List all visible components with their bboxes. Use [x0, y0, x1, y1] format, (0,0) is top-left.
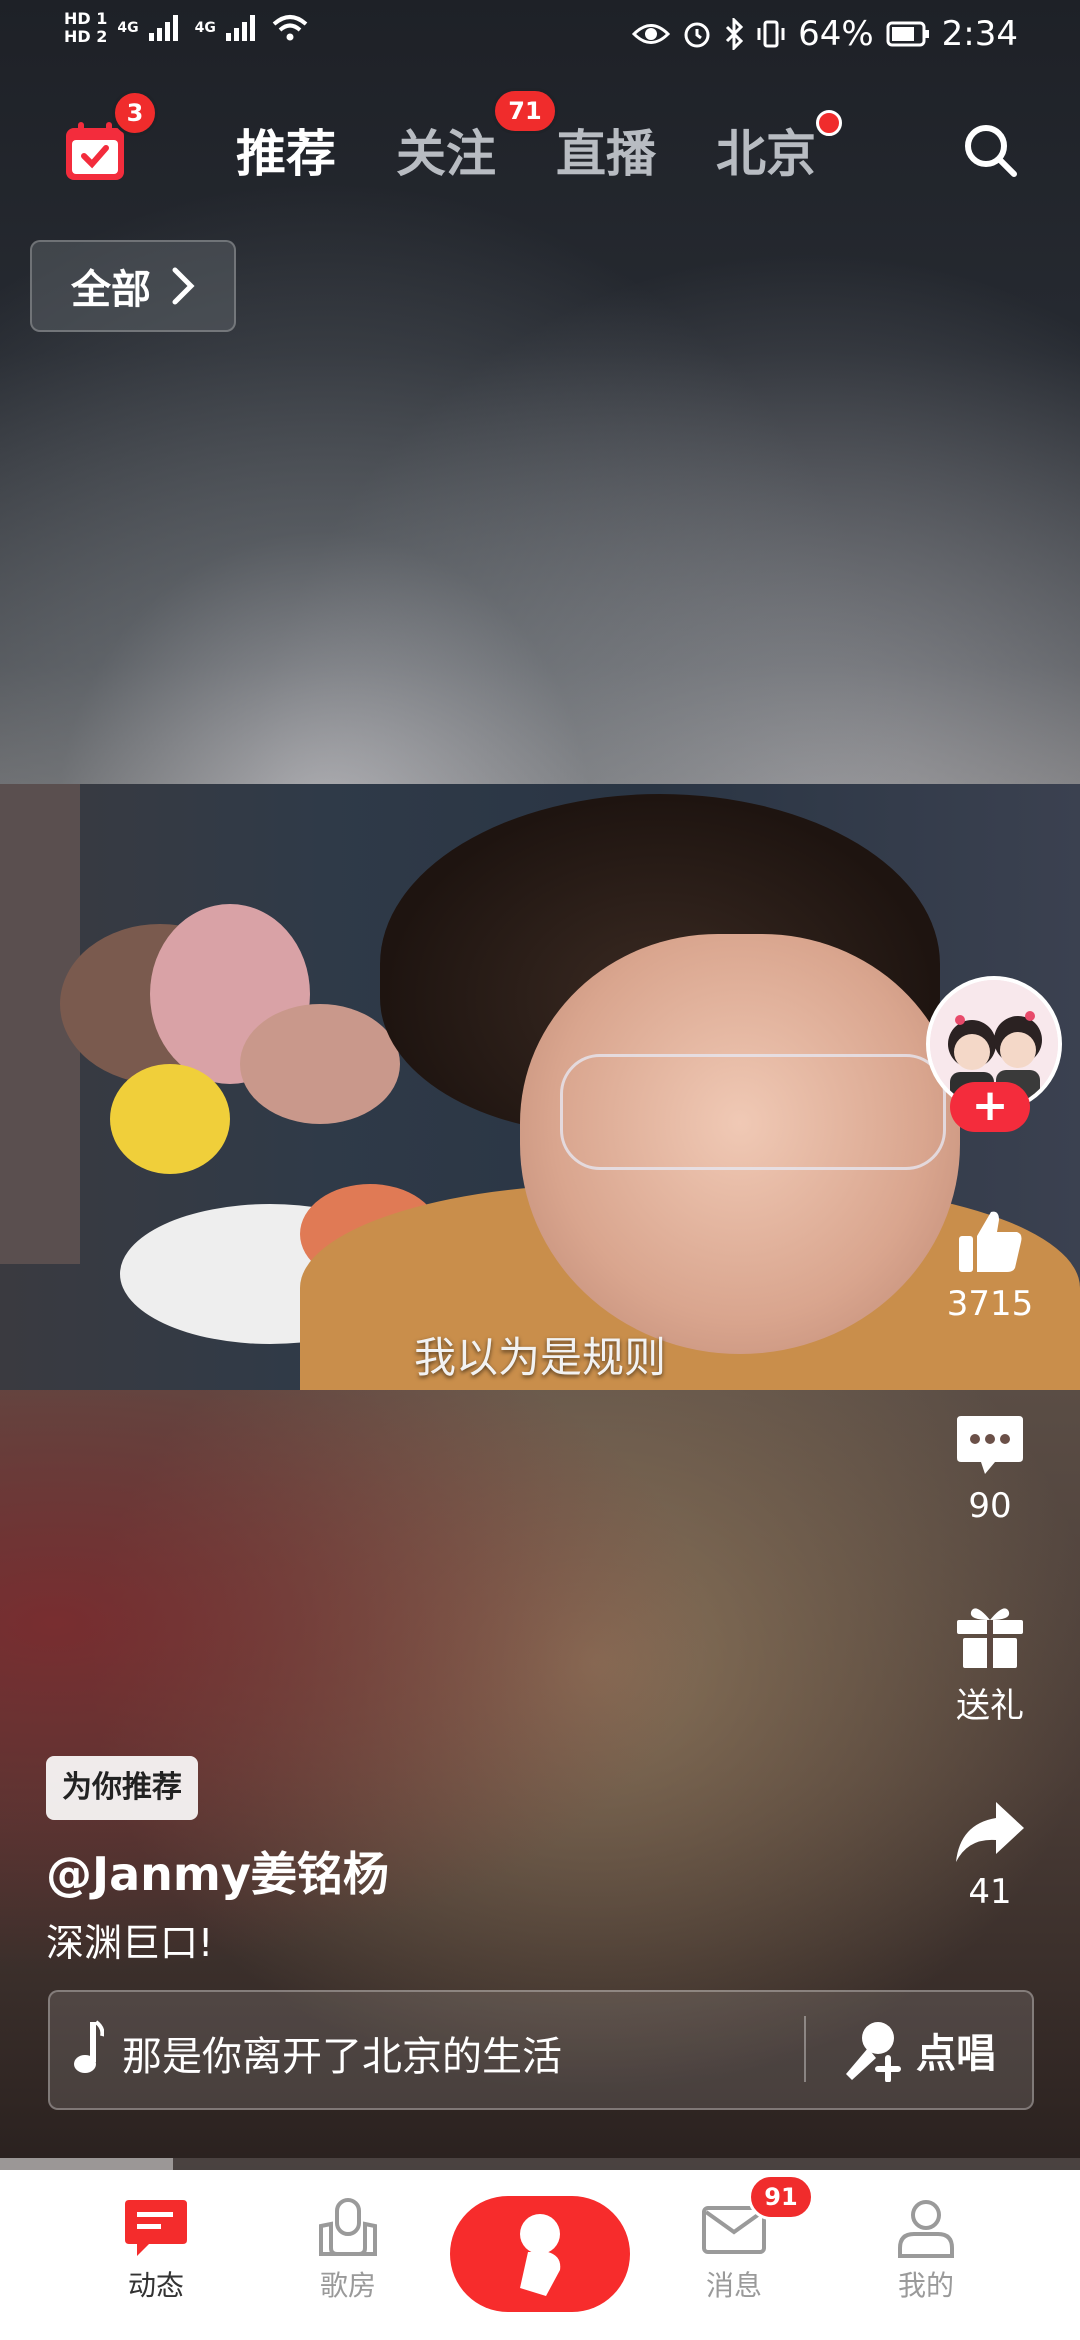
bluetooth-icon: [726, 18, 744, 50]
signal-icon: [225, 15, 262, 41]
city-dot-badge: [816, 110, 842, 136]
sim-labels: HD 1 HD 2: [64, 10, 107, 46]
glasses: [560, 1054, 946, 1170]
calendar-icon: [66, 122, 124, 180]
gift-button[interactable]: 送礼: [940, 1600, 1040, 1727]
plush-toy: [110, 1064, 230, 1174]
video-subtitle: 我以为是规则: [413, 1333, 666, 1382]
battery-percent: 64%: [798, 14, 874, 54]
like-count: 3715: [946, 1284, 1034, 1324]
nav-room[interactable]: 歌房: [278, 2198, 418, 2304]
record-mic-icon: [520, 2214, 561, 2296]
share-arrow-icon: [956, 1802, 1024, 1862]
hd1-label: HD 1: [64, 9, 108, 28]
eye-icon: [632, 24, 671, 44]
vibrate-icon: [757, 20, 785, 48]
microphone-plus-icon: [846, 2022, 901, 2082]
filter-all-button[interactable]: 全部: [30, 240, 236, 332]
hd2-label: HD 2: [64, 27, 108, 46]
following-badge: 71: [492, 88, 558, 134]
tab-city[interactable]: 北京: [716, 110, 842, 186]
nav-feed[interactable]: 动态: [86, 2198, 226, 2304]
top-nav: 3 推荐 关注 71 直播 北京: [0, 88, 1080, 212]
video-description: 深渊巨口!: [46, 1921, 214, 1965]
nav-room-label: 歌房: [319, 2269, 376, 2302]
status-bar: HD 1 HD 2 4G 4G 64% 2:34: [0, 0, 1080, 76]
video-player[interactable]: 我以为是规则: [0, 784, 1080, 1390]
comment-icon: [957, 1416, 1023, 1474]
plush-toy: [240, 1004, 400, 1124]
battery-icon: [886, 21, 929, 47]
filter-all-label: 全部: [71, 267, 151, 313]
nav-feed-label: 动态: [127, 2269, 184, 2302]
calendar-badge: 3: [112, 90, 158, 136]
nav-profile-label: 我的: [897, 2269, 954, 2302]
comment-button[interactable]: 90: [940, 1412, 1040, 1526]
search-icon[interactable]: [960, 120, 1020, 180]
room-mic-icon: [319, 2198, 377, 2256]
tab-live[interactable]: 直播: [556, 114, 656, 186]
network-type-2: 4G: [194, 20, 216, 36]
network-type-1: 4G: [117, 20, 139, 36]
tab-recommend[interactable]: 推荐: [236, 114, 336, 186]
tab-following-label: 关注: [396, 125, 496, 183]
feed-icon: [125, 2200, 187, 2256]
signal-icon: [148, 15, 185, 41]
alarm-icon: [684, 22, 710, 48]
follow-plus-button[interactable]: +: [950, 1082, 1030, 1132]
gift-label: 送礼: [956, 1686, 1024, 1726]
thumbs-up-icon: [959, 1211, 1022, 1272]
nav-messages[interactable]: 消息 91: [664, 2174, 814, 2304]
tab-city-label: 北京: [716, 125, 816, 183]
share-button[interactable]: 41: [940, 1800, 1040, 1912]
share-count: 41: [968, 1872, 1012, 1912]
gift-icon: [957, 1608, 1023, 1668]
music-note-icon: [74, 2020, 104, 2073]
sing-label: 点唱: [916, 2031, 996, 2077]
messages-badge: 91: [748, 2174, 814, 2220]
top-tabs: 推荐 关注 71 直播 北京: [236, 88, 842, 186]
chevron-right-icon: [172, 267, 195, 305]
nav-profile[interactable]: 我的: [856, 2198, 996, 2304]
nav-messages-label: 消息: [705, 2269, 762, 2302]
plus-icon: +: [971, 1080, 1009, 1131]
sing-button[interactable]: 点唱: [840, 2018, 996, 2082]
tab-following[interactable]: 关注 71: [396, 88, 558, 186]
recommend-tag: 为你推荐: [46, 1756, 198, 1820]
clock: 2:34: [941, 14, 1018, 54]
author-name[interactable]: @Janmy姜铭杨: [46, 1838, 389, 1904]
playback-progress-bar[interactable]: [0, 2158, 1080, 2170]
calendar-button[interactable]: 3: [64, 90, 158, 182]
song-bar[interactable]: 那是你离开了北京的生活 点唱: [48, 1990, 1034, 2110]
divider: [804, 2016, 806, 2082]
like-button[interactable]: 3715: [940, 1206, 1040, 1324]
wifi-icon: [272, 15, 308, 41]
person-icon: [898, 2200, 954, 2258]
create-button[interactable]: [450, 2196, 630, 2312]
comment-count: 90: [968, 1486, 1012, 1526]
bottom-nav: 动态 歌房 消息 91 我的: [0, 2170, 1080, 2340]
song-title: 那是你离开了北京的生活: [122, 2034, 562, 2080]
progress-fill: [0, 2158, 173, 2170]
